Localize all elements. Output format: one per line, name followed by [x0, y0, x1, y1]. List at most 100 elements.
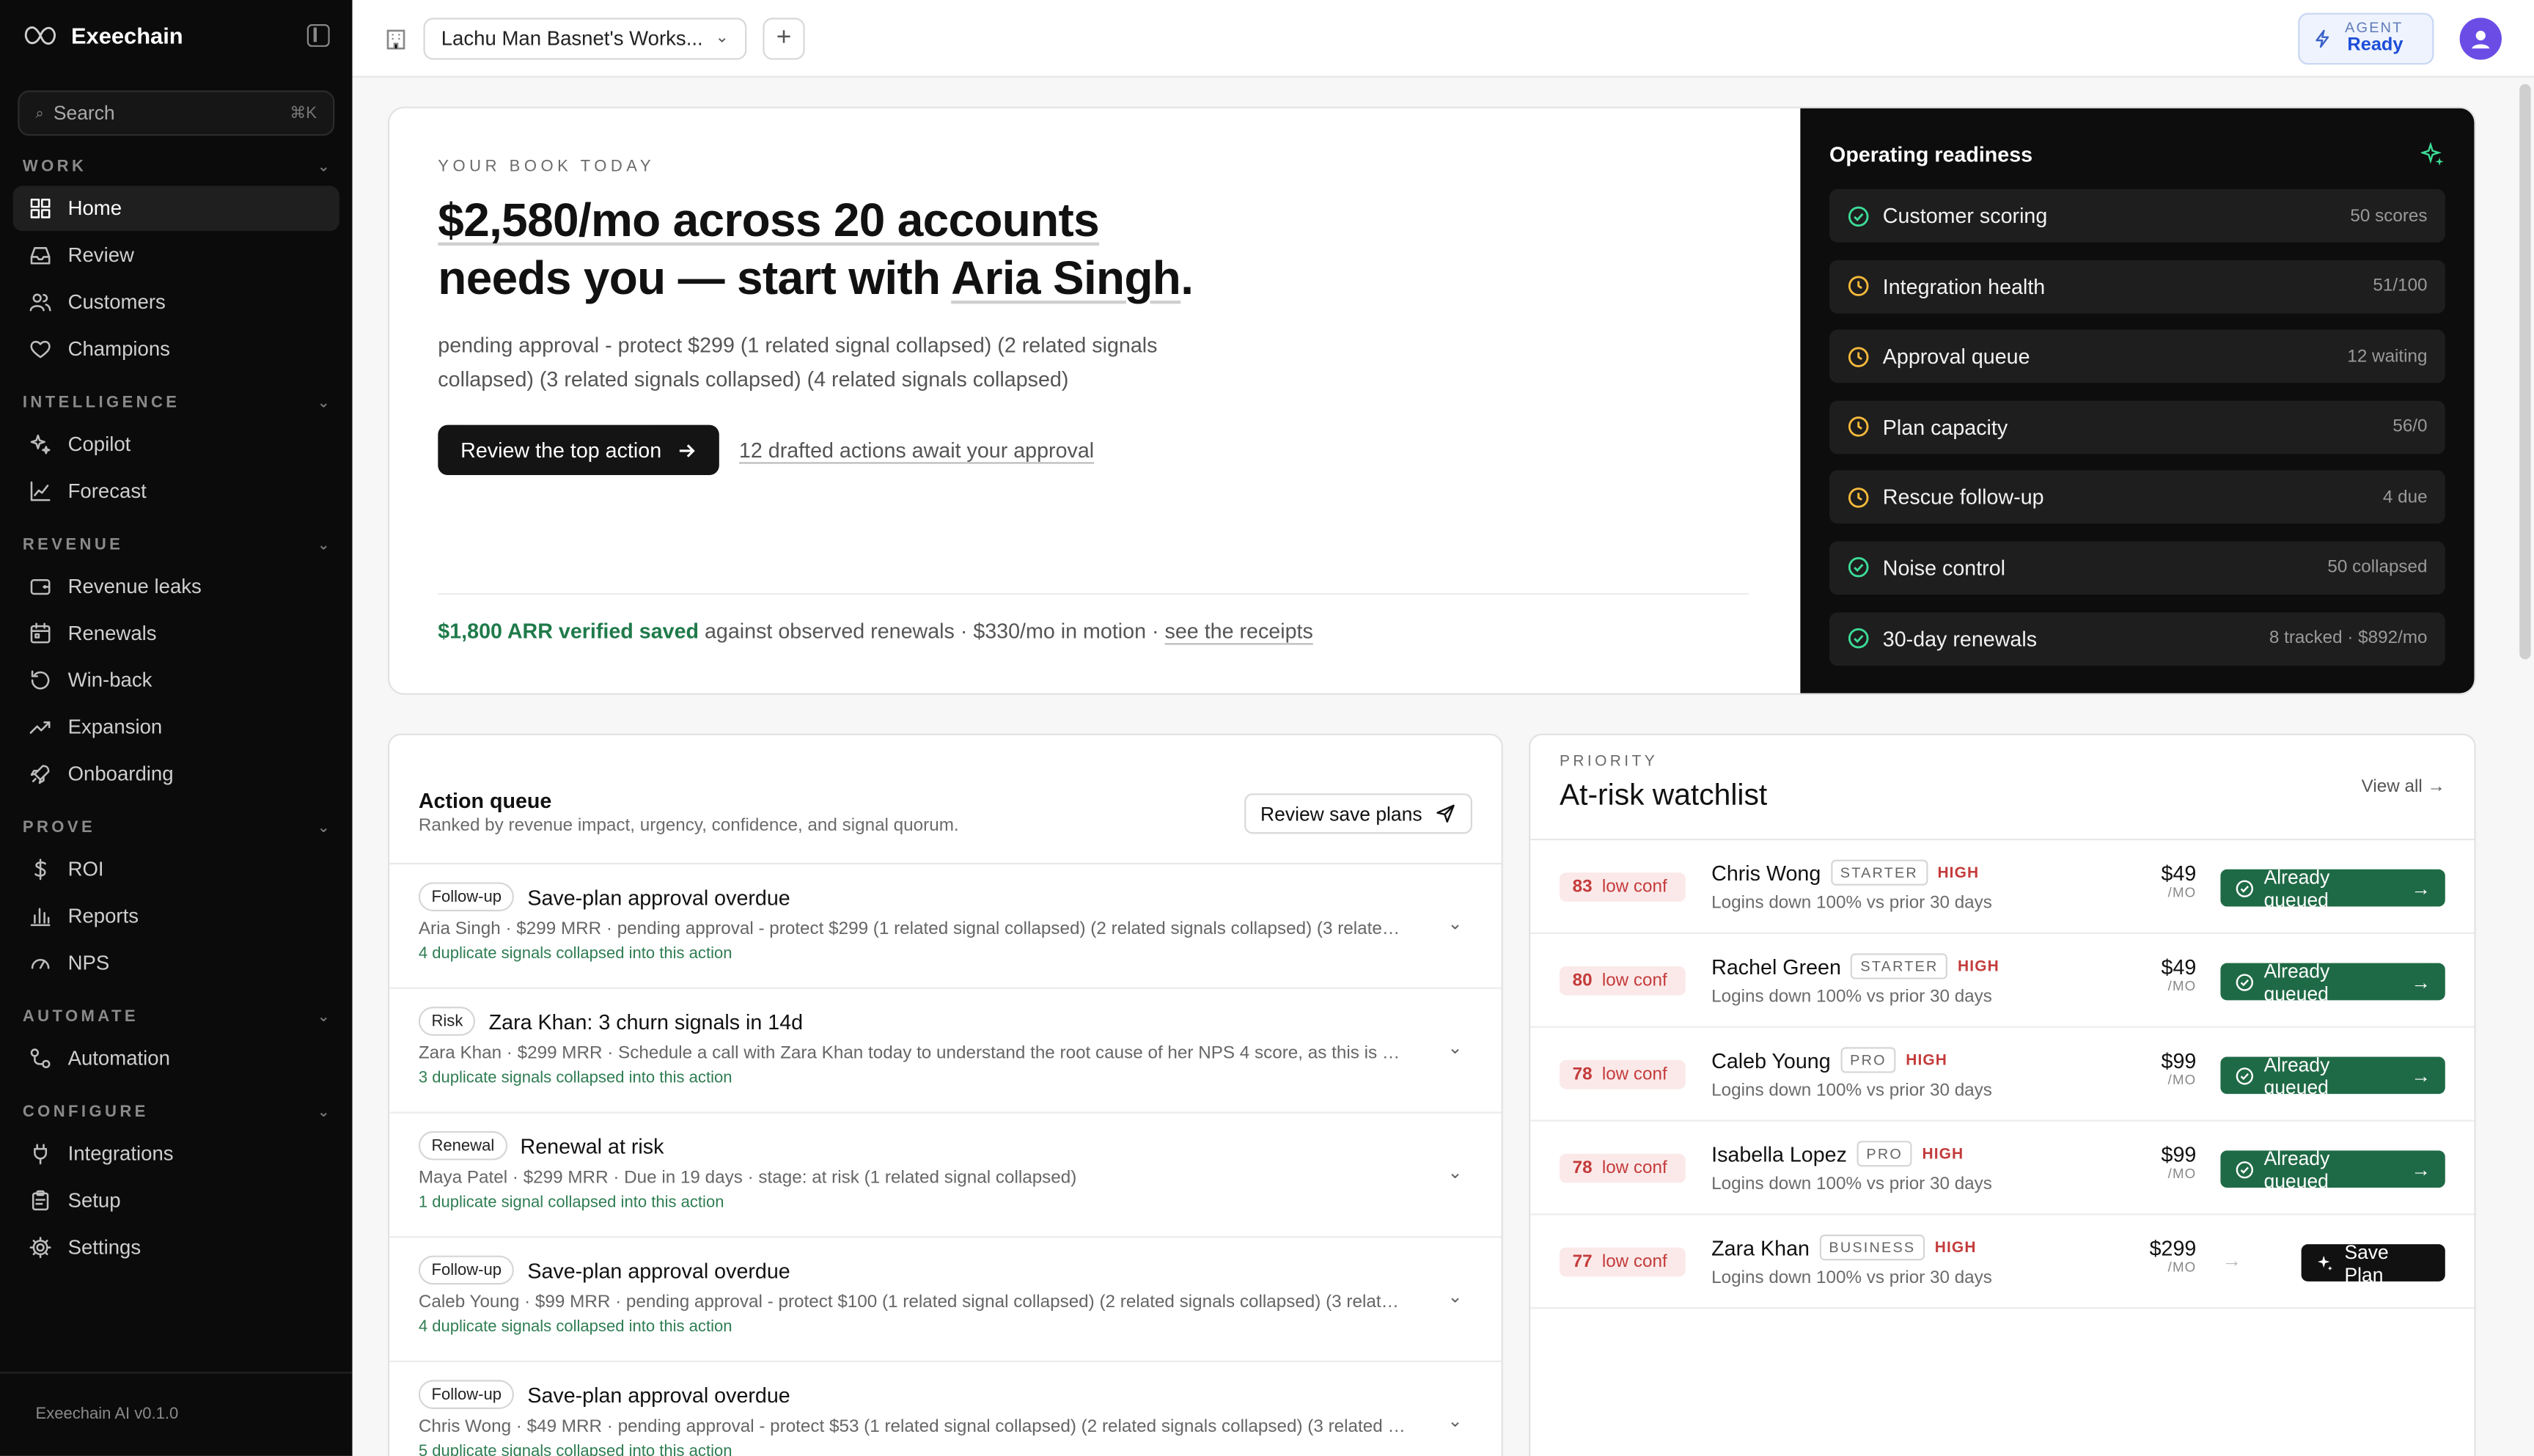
sidebar-collapse-icon[interactable]	[306, 24, 330, 47]
nav-section-revenue[interactable]: REVENUE ⌄	[0, 527, 352, 562]
watchlist-row[interactable]: 78 low conf Caleb Young PRO HIGH Logins …	[1530, 1028, 2475, 1122]
drafted-actions-link[interactable]: 12 drafted actions await your approval	[739, 438, 1094, 462]
expand-chevron-icon[interactable]: ⌄	[1447, 1162, 1462, 1183]
users-icon	[29, 293, 51, 312]
sidebar-item-nps[interactable]: NPS	[13, 941, 339, 986]
sidebar-item-copilot[interactable]: Copilot	[13, 422, 339, 467]
page-scrollbar[interactable]	[2519, 84, 2531, 660]
mrr-amount: $299	[2149, 1236, 2197, 1261]
search-input[interactable]: ⌕ Search ⌘K	[18, 90, 335, 136]
expand-chevron-icon[interactable]: ⌄	[1447, 1411, 1462, 1431]
trending-up-icon	[29, 721, 51, 734]
sidebar-item-integrations[interactable]: Integrations	[13, 1131, 339, 1177]
sparkles-icon[interactable]	[2420, 141, 2445, 166]
readiness-row[interactable]: Approval queue 12 waiting	[1829, 330, 2445, 383]
review-save-plans-button[interactable]: Review save plans	[1244, 793, 1472, 834]
readiness-row[interactable]: Integration health 51/100	[1829, 259, 2445, 313]
nav-section-title: REVENUE	[22, 535, 124, 554]
mrr-amount: $99	[2161, 1142, 2197, 1167]
action-queue-row[interactable]: Renewal Renewal at risk Maya Patel · $29…	[389, 1114, 1502, 1238]
already-queued-button[interactable]: Already queued →	[2220, 1147, 2445, 1192]
already-queued-button[interactable]: Already queued →	[2220, 865, 2445, 911]
chevron-down-icon: ⌄	[317, 393, 330, 410]
sidebar-item-forecast[interactable]: Forecast	[13, 468, 339, 514]
action-title: Save-plan approval overdue	[527, 1257, 790, 1282]
user-avatar[interactable]	[2459, 17, 2502, 59]
sidebar-item-roi[interactable]: ROI	[13, 847, 339, 892]
readiness-label: Integration health	[1882, 273, 2046, 298]
risk-score-badge: 78 low conf	[1559, 1153, 1686, 1183]
nav-section-intelligence[interactable]: INTELLIGENCE ⌄	[0, 385, 352, 420]
hero-footer: $1,800 ARR verified saved against observ…	[438, 619, 1313, 643]
customer-mrr: $49 /MO	[2162, 863, 2197, 900]
readiness-row[interactable]: Rescue follow-up 4 due	[1829, 471, 2445, 524]
readiness-value: 50 collapsed	[2327, 558, 2428, 578]
watchlist-row[interactable]: 80 low conf Rachel Green STARTER HIGH Lo…	[1530, 934, 2475, 1028]
readiness-row[interactable]: Customer scoring 50 scores	[1829, 188, 2445, 243]
sidebar-item-expansion[interactable]: Expansion	[13, 705, 339, 750]
receipts-link[interactable]: see the receipts	[1165, 619, 1313, 643]
sidebar-item-label: Integrations	[67, 1142, 174, 1166]
review-top-action-button[interactable]: Review the top action	[438, 424, 720, 476]
expand-chevron-icon[interactable]: ⌄	[1447, 1037, 1462, 1058]
sidebar-item-review[interactable]: Review	[13, 232, 339, 278]
nav-section-automate[interactable]: AUTOMATE ⌄	[0, 999, 352, 1034]
mrr-period: /MO	[2167, 883, 2197, 900]
customer-name[interactable]: Chris Wong	[1711, 861, 1821, 885]
action-queue-row[interactable]: Follow-up Save-plan approval overdue Chr…	[389, 1362, 1501, 1456]
hero-eyebrow: YOUR BOOK TODAY	[438, 158, 655, 177]
headline-customer[interactable]: Aria Singh	[951, 254, 1181, 306]
sidebar-item-label: Automation	[67, 1047, 170, 1070]
sidebar-item-home[interactable]: Home	[12, 185, 339, 232]
readiness-row[interactable]: 30-day renewals 8 tracked · $892/mo	[1829, 611, 2445, 666]
customer-name[interactable]: Rachel Green	[1711, 955, 1841, 979]
watchlist-row[interactable]: 83 low conf Chris Wong STARTER HIGH Logi…	[1530, 840, 2475, 934]
readiness-row[interactable]: Plan capacity 56/0	[1829, 400, 2445, 454]
expand-chevron-icon[interactable]: ⌄	[1447, 1286, 1462, 1307]
already-queued-button[interactable]: Already queued →	[2220, 1053, 2445, 1098]
readiness-label: Rescue follow-up	[1882, 485, 2044, 510]
sidebar-item-label: Renewals	[67, 622, 157, 645]
nav-section-configure[interactable]: CONFIGURE ⌄	[0, 1094, 352, 1129]
action-queue-row[interactable]: Follow-up Save-plan approval overdue Cal…	[389, 1238, 1502, 1363]
readiness-row[interactable]: Noise control 50 collapsed	[1829, 541, 2445, 595]
risk-level: HIGH	[1958, 957, 1999, 976]
readiness-label: Approval queue	[1882, 344, 2030, 369]
readiness-value: 50 scores	[2350, 206, 2428, 226]
sidebar-item-onboarding[interactable]: Onboarding	[13, 751, 339, 797]
sidebar-item-label: Review	[67, 243, 134, 267]
action-queue-row[interactable]: Risk Zara Khan: 3 churn signals in 14d Z…	[389, 989, 1502, 1114]
mrr-amount: $99	[2161, 1048, 2197, 1073]
chevron-down-icon: ⌄	[317, 1007, 330, 1024]
sidebar-item-win-back[interactable]: Win-back	[13, 658, 339, 703]
sidebar-item-automation[interactable]: Automation	[13, 1036, 339, 1081]
sidebar-item-settings[interactable]: Settings	[13, 1225, 339, 1271]
save-plan-button[interactable]: Save Plan	[2301, 1240, 2445, 1285]
agent-status-badge[interactable]: AGENT Ready	[2298, 12, 2434, 65]
customer-name[interactable]: Zara Khan	[1711, 1235, 1810, 1260]
sidebar-item-label: ROI	[67, 858, 104, 881]
nav-section-work[interactable]: WORK ⌄	[0, 149, 352, 184]
nav-section-prove[interactable]: PROVE ⌄	[0, 809, 352, 845]
customer-name[interactable]: Isabella Lopez	[1711, 1141, 1847, 1166]
view-all-link[interactable]: View all →	[2362, 777, 2445, 796]
watchlist-row[interactable]: 78 low conf Isabella Lopez PRO HIGH Logi…	[1530, 1122, 2475, 1216]
expand-chevron-icon[interactable]: ⌄	[1447, 913, 1462, 934]
customer-name[interactable]: Caleb Young	[1711, 1048, 1831, 1072]
sidebar-item-setup[interactable]: Setup	[13, 1178, 339, 1224]
sidebar-item-reports[interactable]: Reports	[13, 894, 339, 939]
already-queued-button[interactable]: Already queued →	[2220, 959, 2445, 1004]
sidebar-item-renewals[interactable]: Renewals	[13, 611, 339, 656]
sidebar-item-customers[interactable]: Customers	[13, 279, 339, 325]
action-queue-row[interactable]: Follow-up Save-plan approval overdue Ari…	[389, 864, 1502, 989]
chevron-down-icon: ⌄	[317, 535, 330, 552]
watchlist-row[interactable]: 77 low conf Zara Khan BUSINESS HIGH Logi…	[1530, 1215, 2475, 1309]
sidebar-item-revenue-leaks[interactable]: Revenue leaks	[13, 564, 339, 609]
add-workspace-button[interactable]: +	[763, 17, 805, 59]
workspace-select[interactable]: Lachu Man Basnet's Works... ⌄	[423, 17, 747, 59]
workflow-icon	[30, 1048, 51, 1069]
sidebar-item-champions[interactable]: Champions	[13, 326, 339, 372]
version-label: Exeechain AI v0.1.0	[0, 1372, 353, 1456]
arrow-right-icon[interactable]: →	[2222, 1249, 2241, 1272]
arrow-right-icon: →	[2411, 876, 2431, 900]
